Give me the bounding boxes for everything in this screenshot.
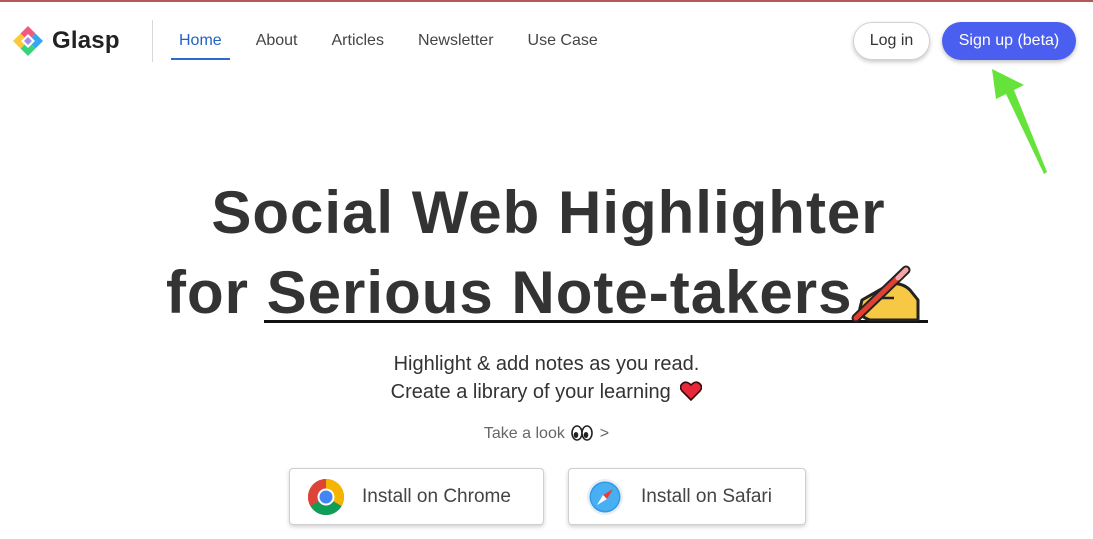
eyes-icon bbox=[571, 425, 594, 441]
safari-icon bbox=[587, 478, 623, 515]
nav-item-about[interactable]: About bbox=[248, 30, 306, 60]
nav-item-articles[interactable]: Articles bbox=[324, 30, 392, 60]
nav-item-use-case[interactable]: Use Case bbox=[520, 30, 606, 60]
hero-subtitle-text: Create a library of your learning bbox=[390, 381, 671, 403]
main-nav: Home About Articles Newsletter Use Case bbox=[171, 30, 624, 60]
install-safari-label: Install on Safari bbox=[641, 485, 772, 507]
hero-title-prefix: for bbox=[166, 259, 267, 326]
green-arrow-icon bbox=[992, 69, 1047, 174]
install-chrome-button[interactable]: Install on Chrome bbox=[289, 468, 544, 525]
take-a-look-label: Take a look bbox=[483, 425, 565, 442]
hero-title-line1: Social Web Highlighter bbox=[211, 179, 886, 246]
signup-button[interactable]: Sign up (beta) bbox=[942, 22, 1076, 60]
hero-title-underline bbox=[264, 320, 928, 323]
hero-subtitle-line1: Highlight & add notes as you read. bbox=[393, 353, 700, 375]
login-button[interactable]: Log in bbox=[853, 22, 930, 60]
glasp-logo-icon bbox=[13, 26, 43, 56]
install-safari-button[interactable]: Install on Safari bbox=[568, 468, 806, 525]
take-a-look-link[interactable]: Take a look > bbox=[0, 425, 1093, 443]
heart-icon bbox=[680, 381, 703, 401]
chrome-icon bbox=[307, 478, 345, 515]
nav-item-newsletter[interactable]: Newsletter bbox=[410, 30, 502, 60]
hero-title-line2: for Serious Note-takers bbox=[166, 258, 853, 327]
nav-item-home[interactable]: Home bbox=[171, 30, 230, 60]
nav-divider bbox=[152, 20, 153, 62]
hero-title-underlined: Serious Note-takers bbox=[266, 259, 853, 326]
brand-logo[interactable]: Glasp bbox=[12, 25, 120, 57]
writing-hand-icon bbox=[851, 265, 920, 323]
install-chrome-label: Install on Chrome bbox=[362, 485, 511, 507]
hero-subtitle-line2: Create a library of your learning bbox=[0, 381, 1093, 404]
chevron-right-icon: > bbox=[599, 425, 610, 442]
brand-name: Glasp bbox=[52, 27, 120, 54]
top-border bbox=[0, 0, 1093, 2]
